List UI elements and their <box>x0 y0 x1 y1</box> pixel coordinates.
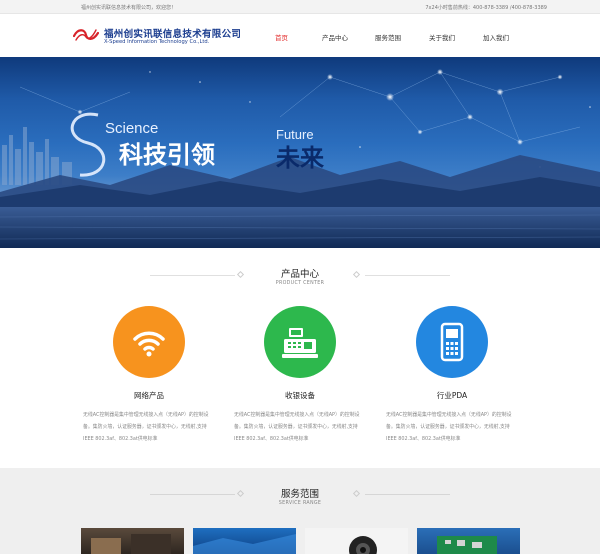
site-header: 福州创实讯联信息技术有限公司 X-Speed Information Techn… <box>0 15 600 57</box>
product-card-network[interactable]: 网络产品 无线AC控制器是集中管理无线接入点（无线AP）的控制设备。集防火墙，认… <box>73 306 225 446</box>
product-section-subtitle: PRODUCT CENTER <box>275 281 325 286</box>
service-image-2[interactable] <box>193 528 296 554</box>
hero-banner: Science 科技引领 Future 未来 <box>0 57 600 248</box>
service-section-title: 服务范围 <box>280 489 319 500</box>
nav-item-products[interactable]: 产品中心 <box>322 32 348 42</box>
product-description: 无线AC控制器是集中管理无线接入点（无线AP）的控制设备。集防火墙，认证服务器，… <box>234 412 360 442</box>
company-name-cn[interactable]: 福州创实讯联信息技术有限公司 <box>104 26 241 40</box>
nav-item-home[interactable]: 首页 <box>275 32 288 42</box>
nav-item-join[interactable]: 加入我们 <box>483 32 509 42</box>
product-name[interactable]: 收银设备 <box>224 390 376 401</box>
product-card-cashier[interactable]: 收银设备 无线AC控制器是集中管理无线接入点（无线AP）的控制设备。集防火墙，认… <box>224 306 376 446</box>
cash-register-icon[interactable] <box>264 306 336 378</box>
service-image-1[interactable] <box>81 528 184 554</box>
product-card-pda[interactable]: 行业PDA 无线AC控制器是集中管理无线接入点（无线AP）的控制设备。集防火墙，… <box>376 306 528 446</box>
pda-icon[interactable] <box>416 306 488 378</box>
company-name-en: X-Speed Information Technology Co.,Ltd. <box>104 39 210 45</box>
banner-weilai-text: 未来 <box>276 144 325 172</box>
banner-science-text: Science <box>105 120 158 137</box>
service-image-3[interactable] <box>305 528 408 554</box>
nav-item-about[interactable]: 关于我们 <box>429 32 455 42</box>
product-description: 无线AC控制器是集中管理无线接入点（无线AP）的控制设备。集防火墙，认证服务器，… <box>83 412 209 442</box>
page: 福州创实讯联信息技术有限公司，欢迎您！ 7x24小时售前热线：400-878-3… <box>0 0 600 554</box>
nav-item-services[interactable]: 服务范围 <box>375 32 401 42</box>
banner-art: Science 科技引领 Future 未来 <box>0 69 600 248</box>
product-name[interactable]: 网络产品 <box>73 390 225 401</box>
top-bar: 福州创实讯联信息技术有限公司，欢迎您！ 7x24小时售前热线：400-878-3… <box>0 0 600 14</box>
product-name[interactable]: 行业PDA <box>376 390 528 401</box>
service-image-4[interactable] <box>417 528 520 554</box>
product-section-title: 产品中心 <box>280 269 319 280</box>
product-description: 无线AC控制器是集中管理无线接入点（无线AP）的控制设备。集防火墙，认证服务器，… <box>386 412 512 442</box>
service-section-subtitle: SERVICE RANGE <box>278 501 322 506</box>
hotline-text: 7x24小时售前热线：400-878-3389 /400-878-3389 <box>425 5 547 11</box>
wifi-icon[interactable] <box>113 306 185 378</box>
banner-future-text: Future <box>276 127 314 142</box>
banner-headline: 科技引领 <box>119 141 215 169</box>
welcome-text: 福州创实讯联信息技术有限公司，欢迎您！ <box>81 5 177 11</box>
company-logo-icon[interactable] <box>73 27 99 43</box>
